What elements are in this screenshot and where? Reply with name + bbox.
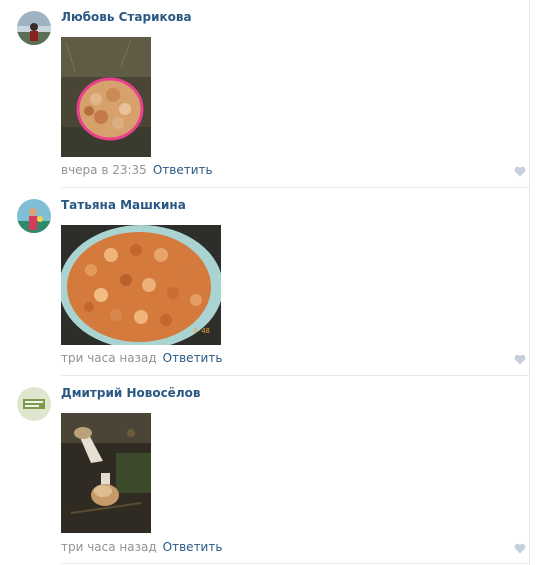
reply-button[interactable]: Ответить [153, 163, 213, 177]
comment-divider [61, 563, 529, 564]
comment-meta: три часа назад Ответить [61, 540, 222, 554]
comment-meta: вчера в 23:35 Ответить [61, 163, 213, 177]
comment-photo[interactable]: 8 48 [61, 225, 221, 345]
avatar[interactable] [17, 387, 51, 421]
like-heart-icon[interactable] [514, 354, 526, 365]
comment-author-link[interactable]: Татьяна Машкина [61, 198, 186, 212]
like-heart-icon[interactable] [514, 166, 526, 177]
reply-button[interactable]: Ответить [163, 351, 223, 365]
reply-button[interactable]: Ответить [163, 540, 223, 554]
comment-photo[interactable] [61, 413, 151, 533]
avatar[interactable] [17, 11, 51, 45]
comment-author-link[interactable]: Любовь Старикова [61, 10, 192, 24]
comment-item: Татьяна Машкина 8 48 три часа назад Ответ… [0, 188, 530, 376]
comment-photo[interactable] [61, 37, 151, 157]
photo-date-stamp: 8 48 [193, 327, 210, 335]
comment-item: Любовь Старикова вчера в 23:35 Ответить [0, 0, 530, 188]
like-heart-icon[interactable] [514, 543, 526, 554]
comment-time[interactable]: три часа назад [61, 351, 157, 365]
comment-time[interactable]: три часа назад [61, 540, 157, 554]
comment-meta: три часа назад Ответить [61, 351, 222, 365]
comment-author-link[interactable]: Дмитрий Новосёлов [61, 386, 200, 400]
comment-time[interactable]: вчера в 23:35 [61, 163, 147, 177]
comment-item: Дмитрий Новосёлов три часа назад Ответить [0, 376, 530, 565]
avatar[interactable] [17, 199, 51, 233]
